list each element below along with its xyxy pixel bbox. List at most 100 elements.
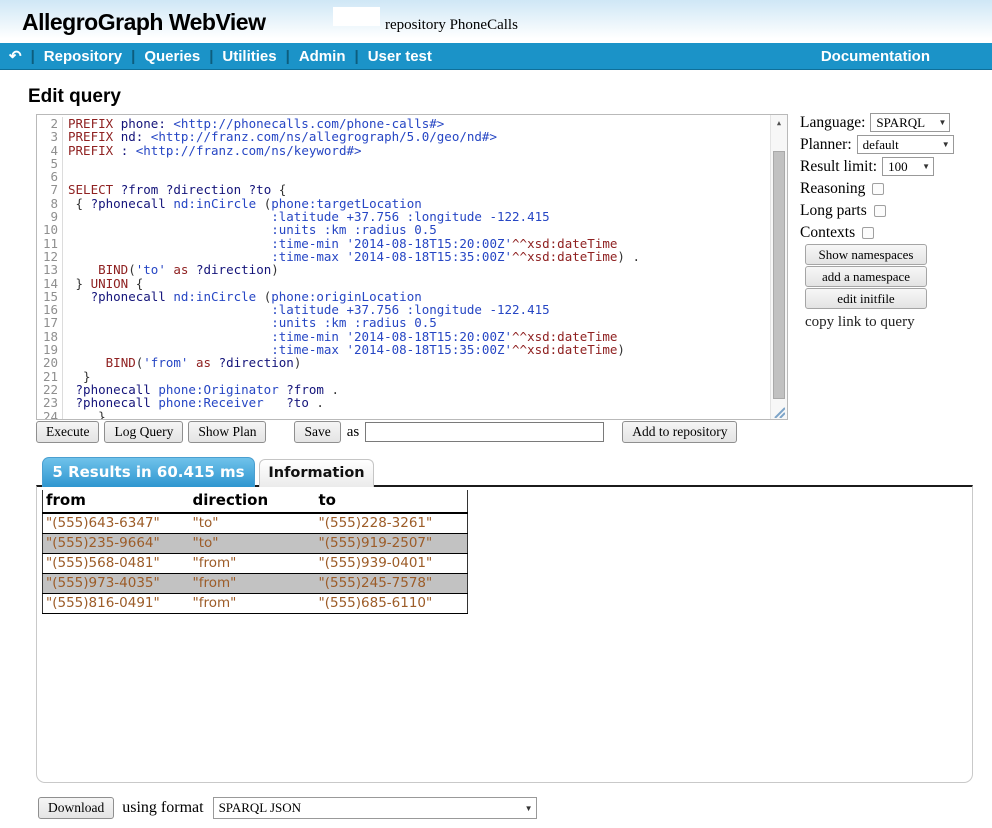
line-content: :latitude +37.756 :longitude -122.415 (63, 210, 550, 223)
line-number: 3 (37, 130, 63, 143)
line-content: PREFIX nd: <http://franz.com/ns/allegrog… (63, 130, 497, 143)
nav-item-utilities[interactable]: Utilities (222, 48, 276, 65)
planner-label: Planner: (800, 136, 852, 154)
line-number: 24 (37, 410, 63, 420)
code-line: 23 ?phonecall phone:Receiver ?to . (37, 396, 787, 409)
code-line: 7SELECT ?from ?direction ?to { (37, 183, 787, 196)
code-line: 3PREFIX nd: <http://franz.com/ns/allegro… (37, 130, 787, 143)
reasoning-label: Reasoning (800, 180, 865, 198)
line-number: 21 (37, 370, 63, 383)
query-options-panel: Language: SPARQL ▼ Planner: default ▼ Re… (800, 112, 980, 331)
nav-item-repository[interactable]: Repository (44, 48, 122, 65)
repository-subtitle: repository PhoneCalls (385, 17, 518, 34)
table-cell: "(555)643-6347" (43, 513, 190, 534)
scrollbar-thumb[interactable] (773, 151, 785, 399)
editor-scrollbar[interactable]: ▲ (770, 115, 787, 419)
log-query-button[interactable]: Log Query (104, 421, 183, 443)
long-parts-checkbox[interactable] (874, 205, 886, 217)
line-number: 22 (37, 383, 63, 396)
format-select[interactable]: SPARQL JSON ▼ (213, 797, 537, 819)
app-title: AllegroGraph WebView (22, 9, 265, 36)
line-content (63, 170, 68, 183)
line-content: } (63, 410, 106, 420)
tab-information[interactable]: Information (259, 459, 374, 487)
language-select[interactable]: SPARQL ▼ (870, 113, 950, 132)
results-header-row: fromdirectionto (43, 490, 468, 513)
line-number: 20 (37, 356, 63, 369)
line-number: 19 (37, 343, 63, 356)
table-cell: "(555)685-6110" (316, 594, 468, 614)
code-line: 20 BIND('from' as ?direction) (37, 356, 787, 369)
query-editor[interactable]: 2PREFIX phone: <http://phonecalls.com/ph… (36, 114, 788, 420)
line-number: 2 (37, 117, 63, 130)
chevron-down-icon: ▼ (525, 804, 533, 813)
tab-results[interactable]: 5 Results in 60.415 ms (42, 457, 255, 487)
back-icon[interactable]: ↶ (9, 49, 22, 64)
code-line: 14 } UNION { (37, 277, 787, 290)
download-button[interactable]: Download (38, 797, 114, 819)
query-actions: Execute Log Query Show Plan Save as Add … (36, 421, 737, 443)
results-panel: fromdirectionto "(555)643-6347""to""(555… (36, 485, 973, 783)
code-line: 18 :time-min '2014-08-18T15:20:00Z'^^xsd… (37, 330, 787, 343)
nav-separator: | (354, 48, 358, 65)
table-row: "(555)235-9664""to""(555)919-2507" (43, 534, 468, 554)
nav-separator: | (209, 48, 213, 65)
code-line: 2PREFIX phone: <http://phonecalls.com/ph… (37, 117, 787, 130)
code-line: 15 ?phonecall nd:inCircle (phone:originL… (37, 290, 787, 303)
line-content: } (63, 370, 91, 383)
scrollbar-up-icon[interactable]: ▲ (771, 115, 787, 131)
line-content: } UNION { (63, 277, 143, 290)
line-number: 10 (37, 223, 63, 236)
execute-button[interactable]: Execute (36, 421, 99, 443)
line-content: SELECT ?from ?direction ?to { (63, 183, 286, 196)
line-content (63, 157, 68, 170)
line-content: ?phonecall nd:inCircle (phone:originLoca… (63, 290, 422, 303)
line-number: 12 (37, 250, 63, 263)
table-cell: "(555)228-3261" (316, 513, 468, 534)
save-button[interactable]: Save (294, 421, 340, 443)
table-cell: "from" (190, 574, 316, 594)
table-cell: "(555)568-0481" (43, 554, 190, 574)
line-number: 9 (37, 210, 63, 223)
nav-items: |Repository|Queries|Utilities|Admin|User… (22, 48, 432, 65)
table-cell: "(555)973-4035" (43, 574, 190, 594)
contexts-label: Contexts (800, 224, 855, 242)
nav-item-queries[interactable]: Queries (144, 48, 200, 65)
code-line: 5 (37, 157, 787, 170)
show-namespaces-button[interactable]: Show namespaces (805, 244, 927, 265)
reasoning-checkbox[interactable] (872, 183, 884, 195)
nav-separator: | (131, 48, 135, 65)
page: AllegroGraph WebView repository PhoneCal… (0, 0, 992, 828)
add-namespace-button[interactable]: add a namespace (805, 266, 927, 287)
table-row: "(555)643-6347""to""(555)228-3261" (43, 513, 468, 534)
line-number: 16 (37, 303, 63, 316)
results-table: fromdirectionto "(555)643-6347""to""(555… (42, 490, 468, 614)
table-cell: "to" (190, 513, 316, 534)
nav-item-admin[interactable]: Admin (299, 48, 346, 65)
code-line: 9 :latitude +37.756 :longitude -122.415 (37, 210, 787, 223)
line-content: :time-max '2014-08-18T15:35:00Z'^^xsd:da… (63, 250, 640, 263)
nav-separator: | (286, 48, 290, 65)
save-name-input[interactable] (365, 422, 604, 442)
copy-link-to-query[interactable]: copy link to query (805, 314, 915, 331)
nav-item-user-test[interactable]: User test (368, 48, 432, 65)
table-row: "(555)973-4035""from""(555)245-7578" (43, 574, 468, 594)
language-label: Language: (800, 114, 865, 132)
line-content: { ?phonecall nd:inCircle (phone:targetLo… (63, 197, 422, 210)
planner-select[interactable]: default ▼ (857, 135, 954, 154)
navbar: ↶ |Repository|Queries|Utilities|Admin|Us… (0, 43, 992, 70)
line-number: 5 (37, 157, 63, 170)
add-to-repository-button[interactable]: Add to repository (622, 421, 737, 443)
line-number: 8 (37, 197, 63, 210)
show-plan-button[interactable]: Show Plan (188, 421, 266, 443)
editor-resize-grip[interactable] (772, 405, 785, 418)
code-line: 16 :latitude +37.756 :longitude -122.415 (37, 303, 787, 316)
column-header-from: from (43, 490, 190, 513)
edit-initfile-button[interactable]: edit initfile (805, 288, 927, 309)
result-limit-select[interactable]: 100 ▼ (882, 157, 934, 176)
code-line: 10 :units :km :radius 0.5 (37, 223, 787, 236)
table-cell: "(555)816-0491" (43, 594, 190, 614)
nav-item-documentation[interactable]: Documentation (821, 48, 930, 65)
line-number: 11 (37, 237, 63, 250)
contexts-checkbox[interactable] (862, 227, 874, 239)
